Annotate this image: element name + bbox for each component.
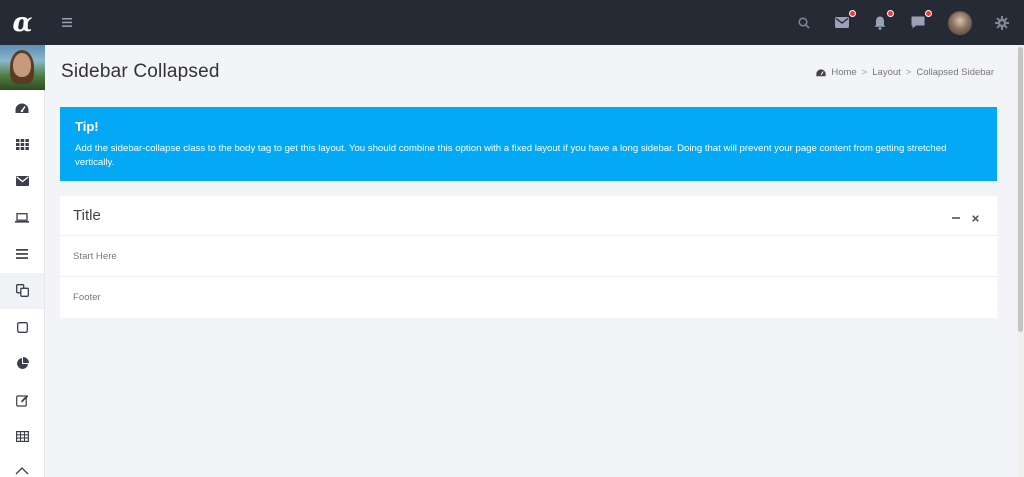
tip-callout: Tip! Add the sidebar-collapse class to t…: [60, 107, 997, 181]
notification-dot: [925, 9, 932, 17]
tip-text: Add the sidebar-collapse class to the bo…: [75, 143, 947, 168]
laptop-icon[interactable]: [0, 200, 44, 237]
box-header: Title: [60, 196, 997, 236]
square-icon[interactable]: [0, 309, 44, 346]
apps-grid-icon[interactable]: [0, 127, 44, 164]
breadcrumb-layout[interactable]: Layout: [872, 67, 901, 78]
breadcrumb-separator: >: [861, 67, 868, 78]
edit-icon[interactable]: [0, 382, 44, 419]
breadcrumb-current: Collapsed Sidebar: [916, 67, 994, 78]
notification-dot: [849, 9, 856, 17]
close-icon[interactable]: [969, 212, 981, 224]
search-icon[interactable]: [796, 15, 812, 31]
home-icon[interactable]: [0, 455, 44, 477]
pie-chart-icon[interactable]: [0, 346, 44, 383]
navbar-right: [774, 0, 1010, 45]
gear-icon[interactable]: [994, 15, 1010, 31]
table-icon[interactable]: [0, 419, 44, 456]
notification-dot: [887, 9, 894, 17]
menu-lines-icon[interactable]: [0, 236, 44, 273]
breadcrumb-home[interactable]: Home: [831, 67, 856, 78]
breadcrumb-separator: >: [905, 67, 912, 78]
content-box: Title Start Here Footer: [60, 196, 997, 318]
minus-icon[interactable]: [950, 212, 962, 224]
page-scrollbar[interactable]: [1017, 45, 1024, 477]
box-footer: Footer: [73, 291, 101, 303]
envelope-icon[interactable]: [834, 9, 856, 31]
user-avatar[interactable]: [948, 10, 972, 35]
tip-title: Tip!: [75, 119, 99, 134]
dashboard-icon: [816, 68, 827, 77]
sidebar-collapsed: [0, 45, 45, 477]
copy-icon[interactable]: [0, 272, 44, 309]
page-title: Sidebar Collapsed: [61, 61, 220, 82]
envelope-icon[interactable]: [0, 163, 44, 200]
box-body: Start Here: [60, 236, 997, 277]
sidebar-user-avatar[interactable]: [0, 45, 45, 90]
top-navbar: α: [0, 0, 1024, 45]
box-title: Title: [73, 207, 101, 224]
brand-logo[interactable]: α: [0, 0, 45, 45]
breadcrumb: Home > Layout > Collapsed Sidebar: [816, 67, 994, 78]
dashboard-icon[interactable]: [0, 90, 44, 127]
scrollbar-thumb[interactable]: [1018, 47, 1023, 332]
chat-icon[interactable]: [910, 9, 932, 31]
bell-icon[interactable]: [872, 9, 894, 31]
box-tools: [943, 212, 981, 224]
sidebar-toggle-icon[interactable]: [59, 15, 75, 31]
